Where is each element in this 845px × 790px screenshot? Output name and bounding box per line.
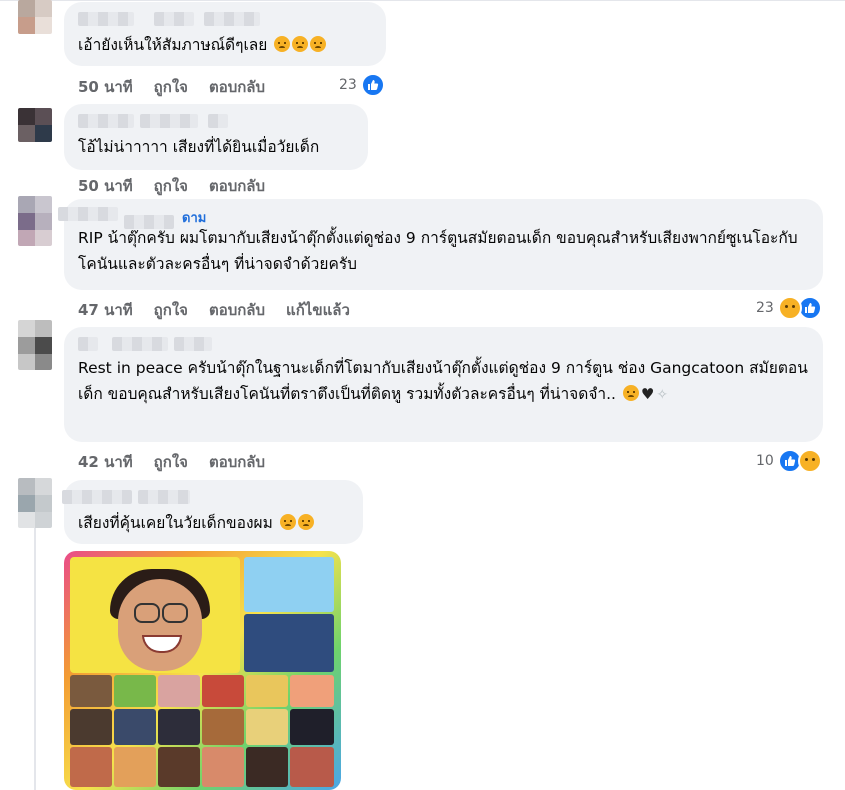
reaction-summary[interactable]: 10: [756, 449, 822, 473]
comment-photo[interactable]: [64, 551, 341, 790]
character-tile: [114, 747, 156, 787]
avatar[interactable]: [18, 108, 52, 142]
black-heart-emoji: ♥: [640, 385, 655, 403]
comment-text: เสียงที่คุ้นเคยในวัยเด็กของผม: [78, 510, 349, 536]
like-button[interactable]: ถูกใจ: [154, 174, 188, 198]
character-tile: [290, 747, 334, 787]
character-tile: [70, 747, 112, 787]
comment-bubble: เอ้ายังเห็นให้สัมภาษณ์ดีๆเลย: [64, 2, 386, 66]
commenter-name[interactable]: [78, 112, 354, 130]
sad-face-emoji: [292, 36, 309, 52]
character-tile: [202, 747, 244, 787]
comment-actions: 42 นาที ถูกใจ ตอบกลับ: [78, 450, 265, 474]
comment-time[interactable]: 47 นาที: [78, 298, 133, 322]
reply-button[interactable]: ตอบกลับ: [209, 298, 265, 322]
sad-reaction-icon: [777, 296, 802, 320]
top-divider: [0, 0, 845, 1]
comment-time[interactable]: 50 นาที: [78, 75, 133, 99]
sad-face-emoji: [274, 36, 291, 52]
comment-bubble: Rest in peace ครับน้าตุ๊กในฐานะเด็กที่โต…: [64, 327, 823, 442]
like-button[interactable]: ถูกใจ: [154, 75, 188, 99]
crying-face-emoji: [297, 514, 314, 530]
commenter-name[interactable]: [78, 335, 809, 353]
comment-text: โอ้ไม่น่าาาาา เสียงที่ได้ยินเมื่อวัยเด็ก: [78, 138, 320, 156]
reaction-count: 23: [756, 300, 774, 316]
like-button[interactable]: ถูกใจ: [154, 298, 188, 322]
portrait-image: [70, 557, 240, 673]
commenter-name[interactable]: [62, 488, 349, 506]
character-tile: [246, 709, 288, 745]
character-tile: [158, 675, 200, 707]
comment-time[interactable]: 50 นาที: [78, 174, 133, 198]
sad-reaction-icon: [797, 449, 822, 473]
follow-link[interactable]: ดาม: [182, 207, 206, 228]
commenter-name[interactable]: [78, 10, 372, 28]
comment-actions: 47 นาที ถูกใจ ตอบกลับ แก้ไขแล้ว: [78, 298, 350, 322]
character-tile: [290, 709, 334, 745]
character-tile: [158, 747, 200, 787]
comment-bubble: ดาม RIP น้าตุ๊กครับ ผมโตมากับเสียงน้าตุ๊…: [58, 199, 823, 290]
comment-text: เอ้ายังเห็นให้สัมภาษณ์ดีๆเลย: [78, 32, 372, 58]
character-tile: [202, 675, 244, 707]
character-tile: [290, 675, 334, 707]
avatar[interactable]: [18, 478, 52, 528]
comment-bubble: โอ้ไม่น่าาาาา เสียงที่ได้ยินเมื่อวัยเด็ก: [64, 104, 368, 170]
character-tile: [114, 675, 156, 707]
sad-tear-face-emoji: [279, 514, 296, 530]
comment-text: RIP น้าตุ๊กครับ ผมโตมากับเสียงน้าตุ๊กตั้…: [78, 229, 798, 273]
character-tile: [246, 747, 288, 787]
edited-label[interactable]: แก้ไขแล้ว: [286, 298, 350, 322]
avatar[interactable]: [18, 320, 52, 370]
sad-face-emoji: [310, 36, 327, 52]
character-tile: [114, 709, 156, 745]
reaction-summary[interactable]: 23: [756, 296, 822, 320]
avatar[interactable]: [18, 0, 52, 34]
commenter-name[interactable]: ดาม: [58, 207, 809, 229]
reply-thread-line: [34, 528, 36, 790]
character-tile: [70, 675, 112, 707]
comment-time[interactable]: 42 นาที: [78, 450, 133, 474]
reply-button[interactable]: ตอบกลับ: [209, 75, 265, 99]
pensive-face-emoji: [622, 385, 639, 401]
like-button[interactable]: ถูกใจ: [154, 450, 188, 474]
reply-button[interactable]: ตอบกลับ: [209, 450, 265, 474]
character-tile: [246, 675, 288, 707]
character-tile: [158, 709, 200, 745]
reaction-count: 23: [339, 77, 357, 93]
character-tile: [202, 709, 244, 745]
character-tile: [244, 557, 334, 612]
dove-emoji: ✧: [656, 387, 669, 403]
reaction-count: 10: [756, 453, 774, 469]
character-tile: [70, 709, 112, 745]
comment-actions: 50 นาที ถูกใจ ตอบกลับ: [78, 174, 265, 198]
like-reaction-icon: [360, 73, 385, 97]
comment-bubble: เสียงที่คุ้นเคยในวัยเด็กของผม: [62, 480, 363, 544]
comment-actions: 50 นาที ถูกใจ ตอบกลับ: [78, 75, 265, 99]
reply-button[interactable]: ตอบกลับ: [209, 174, 265, 198]
avatar[interactable]: [18, 196, 52, 246]
comment-text: Rest in peace ครับน้าตุ๊กในฐานะเด็กที่โต…: [78, 355, 809, 408]
reaction-summary[interactable]: 23: [339, 73, 385, 97]
character-tile: [244, 614, 334, 672]
